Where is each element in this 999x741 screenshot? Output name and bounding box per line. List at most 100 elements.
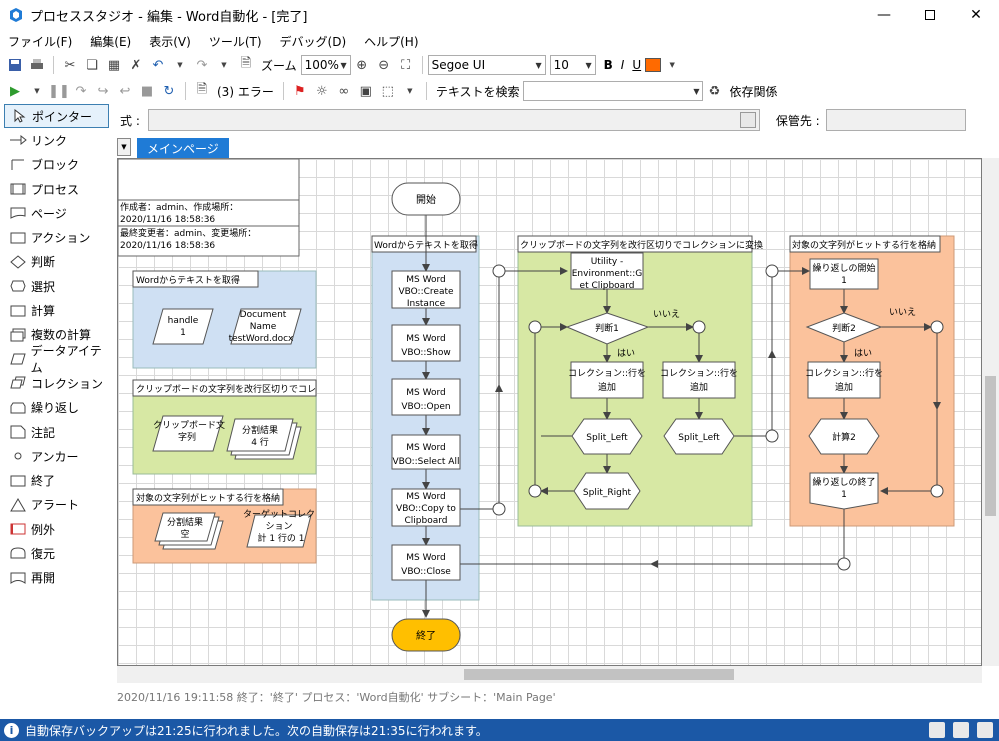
palette-item-recover[interactable]: 復元	[0, 541, 112, 565]
loop-start[interactable]: 繰り返しの開始 1	[809, 258, 879, 290]
palette-item-resume[interactable]: 再開	[0, 566, 112, 590]
calc-split-left-1[interactable]: Split_Left	[571, 418, 643, 455]
save-icon[interactable]	[6, 56, 24, 74]
palette-item-alert[interactable]: アラート	[0, 493, 112, 517]
print-icon[interactable]	[28, 56, 46, 74]
italic-button[interactable]: I	[621, 58, 625, 72]
maximize-button[interactable]	[907, 0, 953, 30]
palette-item-loop[interactable]: 繰り返し	[0, 396, 112, 420]
zoom-select[interactable]: 100% ▼	[300, 55, 351, 75]
horizontal-scrollbar[interactable]	[117, 666, 982, 683]
close-button[interactable]: ✕	[953, 0, 999, 30]
calc-add-row-2[interactable]: コレクション::行を 追加	[660, 361, 738, 399]
formula-input[interactable]	[147, 109, 760, 131]
palette-item-anchor[interactable]: アンカー	[0, 444, 112, 468]
vertical-scroll-thumb[interactable]	[985, 376, 996, 516]
action-select-all[interactable]: MS Word VBO::Select All	[391, 434, 461, 470]
block-matching-rows[interactable]: 対象の文字列がヒットする行を格納 分割結果 空 ターゲットコレク ション 計 1…	[132, 488, 317, 564]
calculator-icon[interactable]	[739, 112, 756, 128]
redo-dropdown-icon[interactable]: ▼	[215, 56, 233, 74]
palette-item-end[interactable]: 終了	[0, 468, 112, 492]
palette-item-calculation[interactable]: 計算	[0, 298, 112, 322]
calc-split-right[interactable]: Split_Right	[573, 472, 641, 510]
fit-icon[interactable]: ⛶	[397, 56, 415, 74]
fill-color-swatch[interactable]	[645, 58, 662, 72]
step-icon[interactable]: ↷	[72, 82, 90, 100]
copy-icon[interactable]: ❏	[83, 56, 101, 74]
calc-split-left-2[interactable]: Split_Left	[663, 418, 735, 455]
palette-item-exception[interactable]: 例外	[0, 517, 112, 541]
block-split-clipboard[interactable]: クリップボードの文字列を改行区切りでコレ クリップボード文 字列 分割結果 4 …	[132, 379, 317, 475]
menu-debug[interactable]: デバッグ(D)	[280, 33, 347, 50]
menu-view[interactable]: 表示(V)	[149, 33, 191, 50]
run-dropdown-icon[interactable]: ▼	[28, 82, 46, 100]
calc-add-row-3[interactable]: コレクション::行を 追加	[805, 361, 883, 399]
select-dropdown-icon[interactable]: ▼	[401, 82, 419, 100]
tab-main-page[interactable]: メインページ	[137, 138, 229, 158]
vertical-scrollbar[interactable]	[982, 158, 999, 666]
palette-item-data-item[interactable]: データアイテム	[0, 344, 112, 375]
minimize-button[interactable]: —	[861, 0, 907, 30]
menu-file[interactable]: ファイル(F)	[8, 33, 72, 50]
pause-icon[interactable]: ❚❚	[48, 82, 70, 100]
palette-item-collection[interactable]: コレクション	[0, 371, 112, 395]
redo-icon[interactable]: ↷	[193, 56, 211, 74]
window-icon[interactable]: ▣	[357, 82, 375, 100]
font-size-select[interactable]: 10 ▼	[549, 55, 596, 75]
store-input[interactable]	[825, 109, 966, 131]
palette-item-action[interactable]: アクション	[0, 225, 112, 249]
action-copy-to-clipboard[interactable]: MS Word VBO::Copy to Clipboard	[391, 488, 461, 527]
start-stage[interactable]: 開始	[391, 182, 461, 216]
action-get-clipboard[interactable]: Utility - Environment::G et Clipboard	[570, 252, 644, 291]
watch-icon[interactable]: ☼	[313, 82, 331, 100]
action-show[interactable]: MS Word VBO::Show	[391, 324, 461, 362]
page-list-dropdown[interactable]: ▼	[117, 138, 131, 156]
horizontal-scroll-thumb[interactable]	[464, 669, 734, 680]
menu-help[interactable]: ヘルプ(H)	[364, 33, 418, 50]
palette-item-decision[interactable]: 判断	[0, 250, 112, 274]
menu-edit[interactable]: 編集(E)	[90, 33, 131, 50]
action-create-instance[interactable]: MS Word VBO::Create Instance	[391, 270, 461, 309]
page-setup-icon[interactable]: 🗎	[237, 56, 255, 74]
validate-icon[interactable]: 🗎	[193, 82, 211, 100]
font-select[interactable]: Segoe UI ▼	[427, 55, 546, 75]
cut-icon[interactable]: ✂	[61, 56, 79, 74]
zoom-in-icon[interactable]: ⊕	[353, 56, 371, 74]
end-stage[interactable]: 終了	[391, 618, 461, 652]
dependencies-button[interactable]: 依存関係	[729, 83, 777, 100]
stop-icon[interactable]: ■	[138, 82, 156, 100]
palette-item-process[interactable]: プロセス	[0, 177, 112, 201]
step-out-icon[interactable]: ↩	[116, 82, 134, 100]
binoculars-icon[interactable]: ♻	[705, 82, 723, 100]
status-icon-2[interactable]	[953, 722, 969, 738]
errors-button[interactable]: (3) エラー	[217, 83, 274, 100]
search-input[interactable]: ▼	[523, 81, 704, 101]
select-icon[interactable]: ⬚	[379, 82, 397, 100]
zoom-out-icon[interactable]: ⊖	[375, 56, 393, 74]
underline-button[interactable]: U	[632, 58, 641, 72]
process-info-box[interactable]: 作成者：admin、作成場所： 2020/11/16 18:58:36 最終変更…	[118, 159, 300, 257]
palette-item-block[interactable]: ブロック	[0, 153, 112, 177]
calc-add-row-1[interactable]: コレクション::行を 追加	[568, 361, 646, 399]
palette-item-note[interactable]: 注記	[0, 420, 112, 444]
breakpoint-icon[interactable]: ⚑	[291, 82, 309, 100]
palette-item-link[interactable]: リンク	[0, 128, 112, 152]
link-tool-icon[interactable]: ∞	[335, 82, 353, 100]
undo-icon[interactable]: ↶	[149, 56, 167, 74]
bold-button[interactable]: B	[604, 58, 613, 72]
status-icon-1[interactable]	[929, 722, 945, 738]
diagram-canvas[interactable]: 作成者：admin、作成場所： 2020/11/16 18:58:36 最終変更…	[117, 158, 982, 666]
undo-dropdown-icon[interactable]: ▼	[171, 56, 189, 74]
run-icon[interactable]: ▶	[6, 82, 24, 100]
color-dropdown-icon[interactable]: ▼	[663, 56, 681, 74]
palette-item-page[interactable]: ページ	[0, 201, 112, 225]
palette-item-choice[interactable]: 選択	[0, 274, 112, 298]
block-get-text[interactable]: Wordからテキストを取得 handle 1 Document Name tes…	[132, 270, 317, 369]
step-over-icon[interactable]: ↪	[94, 82, 112, 100]
action-close[interactable]: MS Word VBO::Close	[391, 544, 461, 581]
palette-item-pointer[interactable]: ポインター	[4, 104, 109, 129]
status-icon-3[interactable]	[977, 722, 993, 738]
calc-2[interactable]: 計算2	[808, 418, 880, 455]
menu-tools[interactable]: ツール(T)	[209, 33, 262, 50]
loop-end[interactable]: 繰り返しの終了 1	[809, 472, 879, 510]
